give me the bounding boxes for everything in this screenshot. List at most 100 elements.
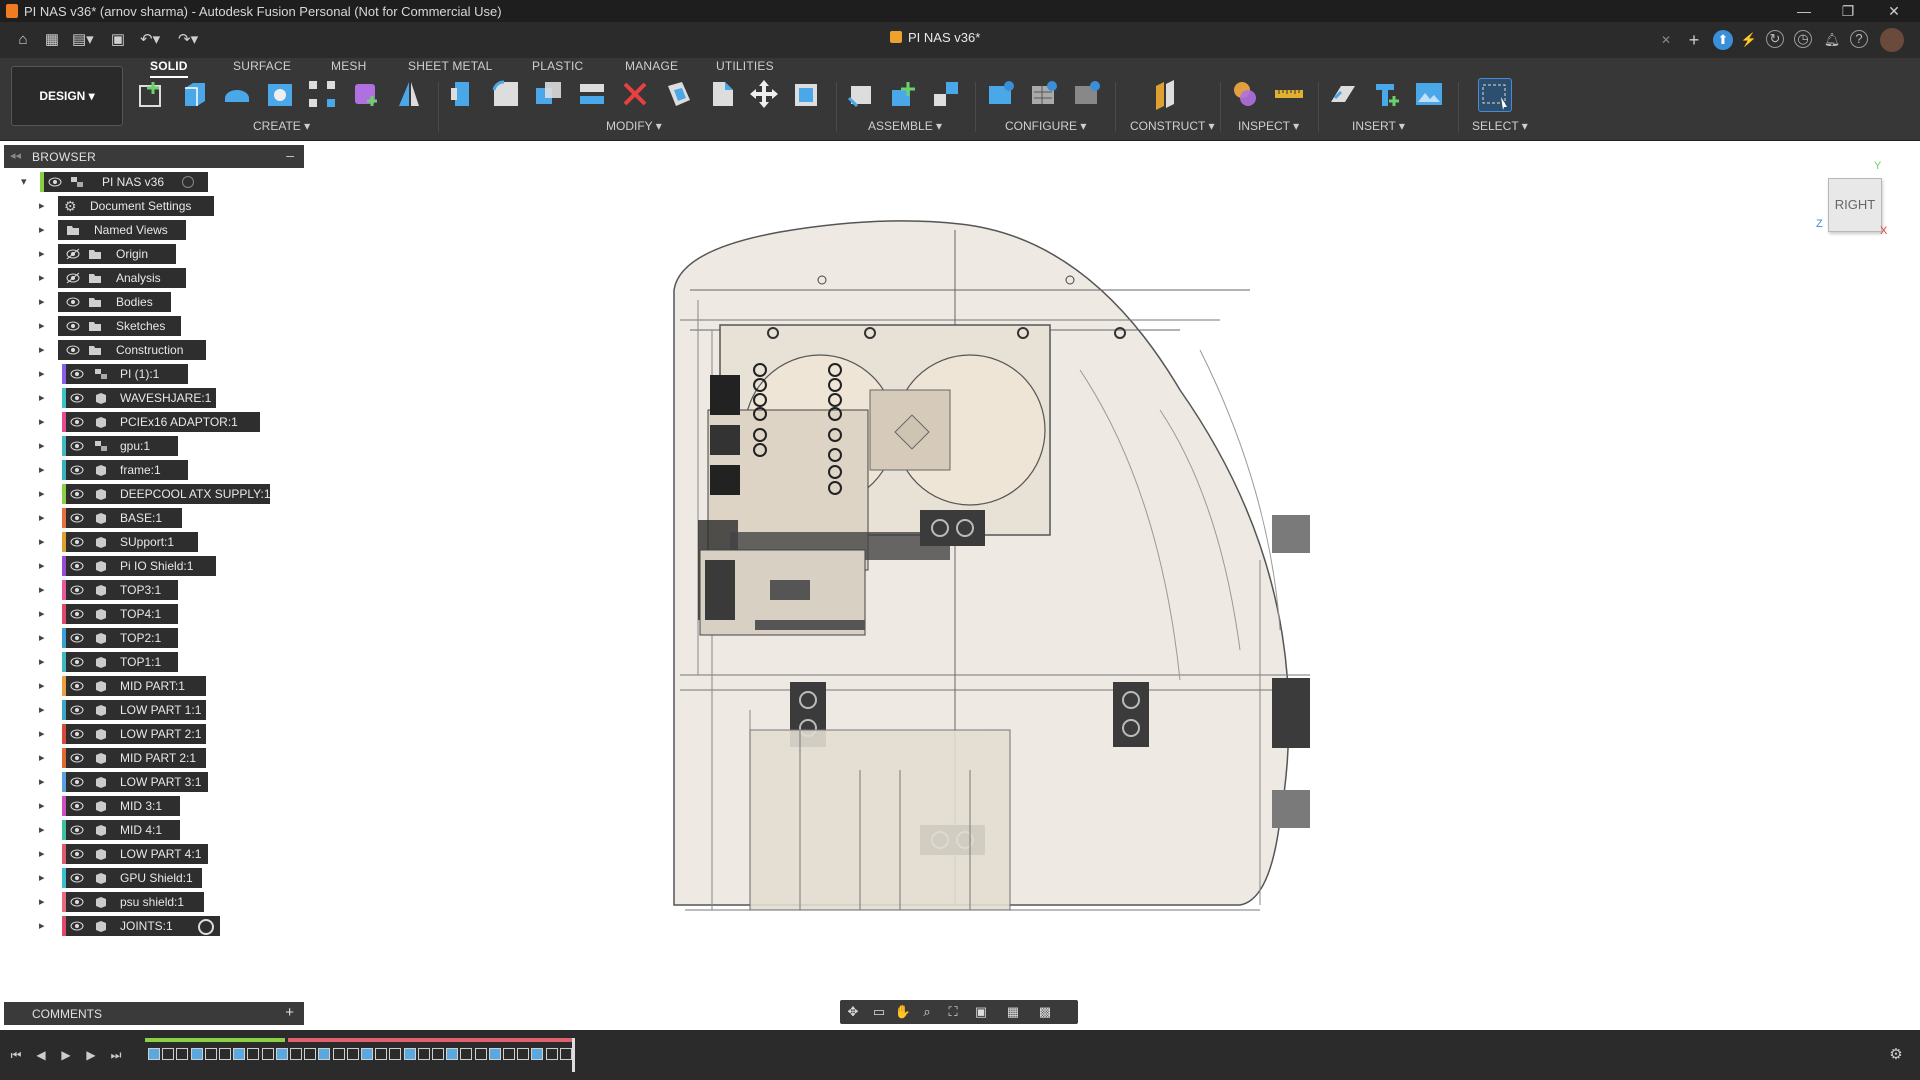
timeline-feature-icon[interactable] [275,1048,288,1060]
create-sketch-icon[interactable] [137,78,169,110]
tree-row[interactable]: ▸ TOP4:1 [0,604,300,624]
visibility-eye-icon[interactable] [70,704,84,716]
expand-arrow-icon[interactable]: ▸ [39,559,49,573]
timeline-feature-icon[interactable] [318,1048,331,1060]
visibility-eye-icon[interactable] [66,272,80,284]
delete-icon[interactable] [619,78,651,110]
help-icon[interactable]: ? [1850,30,1868,48]
tab-sheet-metal[interactable]: SHEET METAL [408,58,492,76]
measure-icon[interactable] [1273,78,1305,110]
timeline-feature-icon[interactable] [290,1048,302,1060]
interference-icon[interactable] [1230,78,1262,110]
timeline-feature-icon[interactable] [332,1048,345,1060]
home-icon[interactable]: ⌂ [13,30,33,50]
timeline-feature-icon[interactable] [233,1048,246,1060]
minimize-button[interactable]: — [1784,0,1824,22]
timeline-feature-icon[interactable] [204,1048,217,1060]
select-group-label[interactable]: SELECT ▾ [1472,119,1528,133]
tree-node[interactable]: GPU Shield:1 [62,868,202,888]
tab-utilities[interactable]: UTILITIES [716,58,774,76]
save-icon[interactable]: ▣ [108,30,128,50]
visibility-eye-icon[interactable] [70,440,84,452]
assemble-group-label[interactable]: ASSEMBLE ▾ [868,119,942,133]
tree-node[interactable]: TOP1:1 [62,652,178,672]
visibility-eye-icon[interactable] [70,416,84,428]
tree-row[interactable]: ▸ psu shield:1 [0,892,300,912]
revolve-icon[interactable] [221,78,253,110]
timeline-marker[interactable] [572,1038,575,1072]
expand-arrow-icon[interactable]: ▸ [39,343,49,357]
timeline-feature-icon[interactable] [247,1048,260,1060]
expand-arrow-icon[interactable]: ▸ [39,655,49,669]
expand-arrow-icon[interactable]: ▸ [39,415,49,429]
tree-row[interactable]: ▸ Sketches [0,316,300,336]
hole-icon[interactable] [264,78,296,110]
expand-arrow-icon[interactable]: ▸ [39,535,49,549]
tree-node[interactable]: psu shield:1 [62,892,204,912]
expand-arrow-icon[interactable]: ▸ [39,847,49,861]
expand-arrow-icon[interactable]: ▸ [39,367,49,381]
new-tab-icon[interactable]: + [1684,30,1704,50]
tree-node[interactable]: TOP2:1 [62,628,178,648]
tree-row[interactable]: ▸ Named Views [0,220,300,240]
visibility-eye-icon[interactable] [70,488,84,500]
expand-arrow-icon[interactable]: ▸ [39,511,49,525]
visibility-eye-icon[interactable] [70,536,84,548]
timeline-feature-icon[interactable] [474,1048,487,1060]
visibility-eye-icon[interactable] [66,320,80,332]
configure-table-icon[interactable] [985,78,1017,110]
expand-arrow-icon[interactable]: ▸ [39,751,49,765]
timeline-feature-icon[interactable] [403,1048,416,1060]
timeline-feature-icon[interactable] [503,1048,515,1060]
timeline-feature-icon[interactable] [545,1048,558,1060]
visibility-eye-icon[interactable] [66,248,80,260]
display-settings-icon[interactable]: ▣ [972,1003,990,1021]
tree-node[interactable]: Analysis [58,268,186,288]
tab-plastic[interactable]: PLASTIC [532,58,583,76]
align-icon[interactable] [791,78,823,110]
tree-row[interactable]: ▸ DEEPCOOL ATX SUPPLY:1 [0,484,300,504]
tree-row[interactable]: ▸ TOP1:1 [0,652,300,672]
visibility-eye-icon[interactable] [70,824,84,836]
timeline-prev-icon[interactable]: ◀ [33,1047,49,1063]
expand-arrow-icon[interactable]: ▸ [39,223,49,237]
modify-group-label[interactable]: MODIFY ▾ [606,119,662,133]
tree-row[interactable]: ▸ GPU Shield:1 [0,868,300,888]
offset-plane-icon[interactable] [1150,78,1182,110]
tree-node[interactable]: ⚙ Document Settings [58,196,214,216]
timeline-feature-icon[interactable] [162,1048,175,1060]
minimize-panel-icon[interactable]: – [286,147,294,163]
shell-icon[interactable] [662,78,694,110]
tree-row[interactable]: ▸ TOP2:1 [0,628,300,648]
tree-row[interactable]: ▸ MID PART:1 [0,676,300,696]
orbit-icon[interactable]: ✥ [844,1003,862,1021]
tree-node[interactable]: BASE:1 [62,508,182,528]
insert-derive-icon[interactable] [1327,78,1359,110]
fillet-icon[interactable] [490,78,522,110]
press-pull-icon[interactable] [447,78,479,110]
timeline-feature-icon[interactable] [361,1048,373,1060]
restore-button[interactable]: ❐ [1828,0,1868,22]
tree-node[interactable]: Bodies [58,292,171,312]
tree-row[interactable]: ▸ MID PART 2:1 [0,748,300,768]
tree-node[interactable]: Construction [58,340,206,360]
expand-arrow-icon[interactable]: ▸ [39,487,49,501]
tree-row[interactable]: ▸ JOINTS:1 [0,916,300,936]
visibility-eye-icon[interactable] [70,584,84,596]
tree-node[interactable]: Sketches [58,316,181,336]
drag-handle-icon[interactable]: ◂◂ [10,149,21,162]
tree-row[interactable]: ▸ Bodies [0,292,300,312]
visibility-eye-icon[interactable] [70,560,84,572]
construct-group-label[interactable]: CONSTRUCT ▾ [1130,119,1214,133]
insert-group-label[interactable]: INSERT ▾ [1352,119,1405,133]
tree-row[interactable]: ▸ frame:1 [0,460,300,480]
tree-row[interactable]: ▸ SUpport:1 [0,532,300,552]
visibility-eye-icon[interactable] [48,176,62,188]
expand-arrow-icon[interactable]: ▸ [39,439,49,453]
extensions-icon[interactable]: ⚡ [1739,30,1759,50]
tree-node[interactable]: LOW PART 4:1 [62,844,208,864]
activate-radio-icon[interactable] [182,176,194,188]
visibility-eye-icon[interactable] [70,392,84,404]
timeline-feature-icon[interactable] [346,1048,359,1060]
visibility-eye-icon[interactable] [70,512,84,524]
